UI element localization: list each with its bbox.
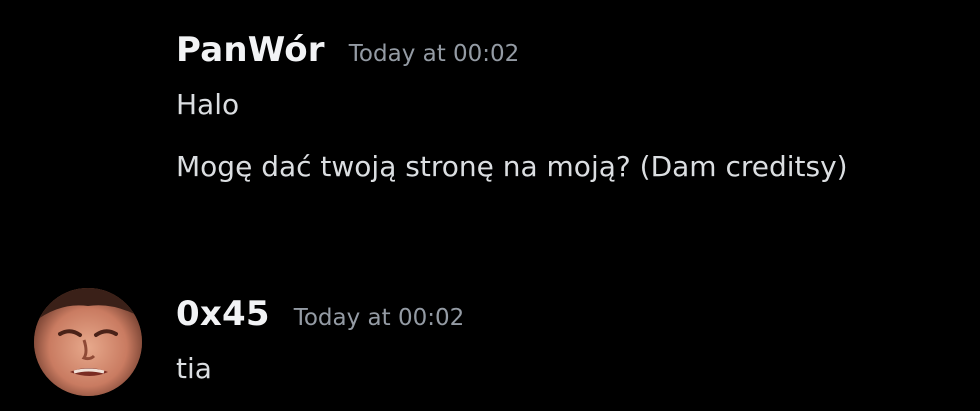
face-photo-avatar-icon xyxy=(34,288,142,396)
username[interactable]: 0x45 xyxy=(176,294,270,334)
message-header: PanWór Today at 00:02 xyxy=(176,30,519,70)
message-text: tia xyxy=(176,352,212,385)
message-text: Halo xyxy=(176,88,240,121)
username[interactable]: PanWór xyxy=(176,30,325,70)
avatar[interactable] xyxy=(34,288,142,396)
timestamp[interactable]: Today at 00:02 xyxy=(294,305,465,331)
message-header: 0x45 Today at 00:02 xyxy=(176,294,464,334)
message-text: Mogę dać twoją stronę na moją? (Dam cred… xyxy=(176,150,848,183)
timestamp[interactable]: Today at 00:02 xyxy=(349,41,520,67)
